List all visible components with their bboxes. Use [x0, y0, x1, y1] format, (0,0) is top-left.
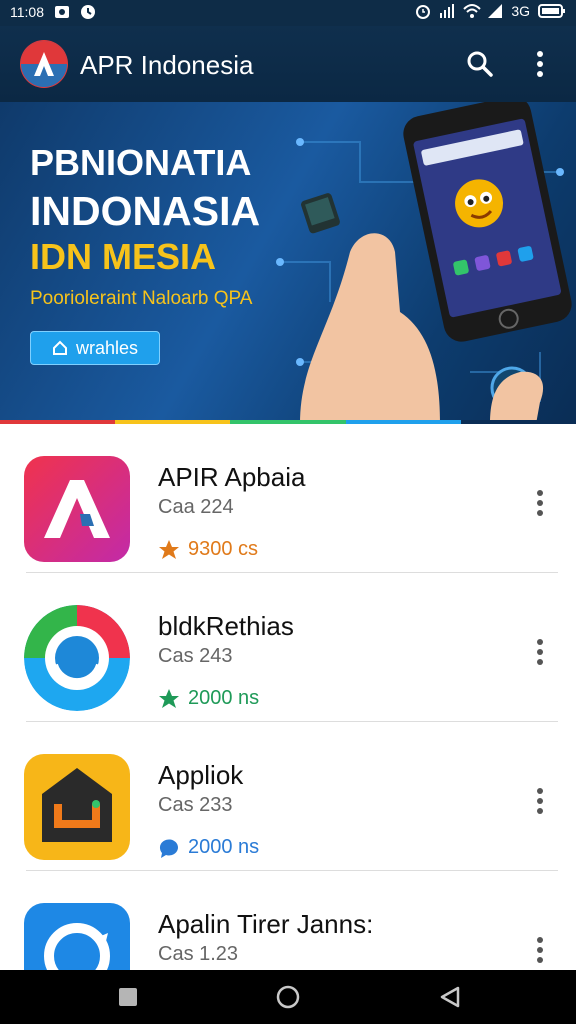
app-rating: 2000 ns [158, 687, 259, 710]
app-name: APIR Apbaia [158, 462, 306, 492]
signal-icon [439, 3, 455, 19]
app-name: Apalin Tirer Janns: [158, 909, 374, 939]
back-button[interactable] [434, 982, 466, 1012]
more-vert-icon [537, 490, 543, 516]
banner-headline-3: IDN MESIA [30, 236, 217, 277]
banner-cta-label: wrahles [75, 337, 139, 358]
item-more-button[interactable] [528, 637, 552, 667]
overflow-menu-button[interactable] [522, 46, 558, 82]
gallery-notification-icon [54, 4, 70, 20]
cell-signal-icon [487, 3, 503, 19]
list-item[interactable]: Appliok Cas 233 2000 ns [0, 722, 576, 871]
list-item[interactable]: bldkRethias Cas 243 2000 ns [0, 573, 576, 722]
item-more-button[interactable] [528, 786, 552, 816]
app-rating-text: 9300 cs [188, 538, 259, 560]
battery-icon [538, 3, 566, 19]
network-type: 3G [511, 3, 530, 19]
item-more-button[interactable] [528, 935, 552, 965]
app-rating: 2000 ns [158, 836, 259, 859]
banner-cta-button[interactable]: wrahles [30, 331, 160, 365]
star-badge-icon [159, 539, 179, 559]
clock-notification-icon [80, 4, 96, 20]
status-right: 3G [415, 3, 566, 19]
status-time: 11:08 [10, 4, 44, 20]
app-rating-text: 2000 ns [188, 687, 260, 709]
app-category: Caa 224 [158, 496, 234, 518]
app-list: APIR Apbaia Caa 224 9300 cs bldkRethias … [0, 424, 576, 970]
home-icon [52, 340, 67, 355]
system-nav-bar [0, 970, 576, 1024]
app-icon [24, 754, 130, 860]
home-circle-icon [276, 985, 300, 1009]
app-category: Cas 243 [158, 645, 233, 667]
app-icon [24, 456, 130, 562]
promo-banner[interactable]: PBNIONATIA INDONASIA IDN MESIA Poorioler… [0, 102, 576, 424]
star-badge-icon [159, 688, 179, 708]
banner-subtitle: Poorioleraint Naloarb QPA [30, 288, 253, 309]
list-item[interactable]: Apalin Tirer Janns: Cas 1.23 [0, 871, 576, 970]
app-icon [24, 903, 130, 970]
more-vert-icon [537, 788, 543, 814]
list-item[interactable]: APIR Apbaia Caa 224 9300 cs [0, 424, 576, 573]
banner-headline-2: INDONASIA [30, 188, 261, 234]
wifi-icon [463, 3, 482, 19]
app-logo-icon [20, 40, 68, 88]
app-name: bldkRethias [158, 611, 294, 641]
app-icon [24, 605, 130, 711]
app-rating-text: 2000 ns [188, 836, 260, 858]
more-vert-icon [537, 51, 543, 77]
app-category: Cas 1.23 [158, 943, 239, 965]
app-category: Cas 233 [158, 794, 233, 816]
app-bar: APR Indonesia [0, 26, 576, 102]
banner-headline-1: PBNIONATIA [30, 142, 252, 183]
home-button[interactable] [272, 982, 304, 1012]
app-rating: 9300 cs [158, 538, 258, 561]
recents-button[interactable] [112, 982, 144, 1012]
search-button[interactable] [462, 46, 498, 82]
search-icon [467, 51, 493, 77]
status-left: 11:08 [10, 4, 96, 20]
app-title: APR Indonesia [80, 50, 254, 80]
app-name: Appliok [158, 760, 244, 790]
more-vert-icon [537, 937, 543, 963]
item-more-button[interactable] [528, 488, 552, 518]
chat-badge-icon [159, 838, 178, 858]
status-bar: 11:08 3G [0, 0, 576, 26]
back-triangle-icon [440, 986, 460, 1008]
more-vert-icon [537, 639, 543, 665]
alarm-icon [415, 3, 431, 19]
recents-square-icon [119, 988, 137, 1006]
